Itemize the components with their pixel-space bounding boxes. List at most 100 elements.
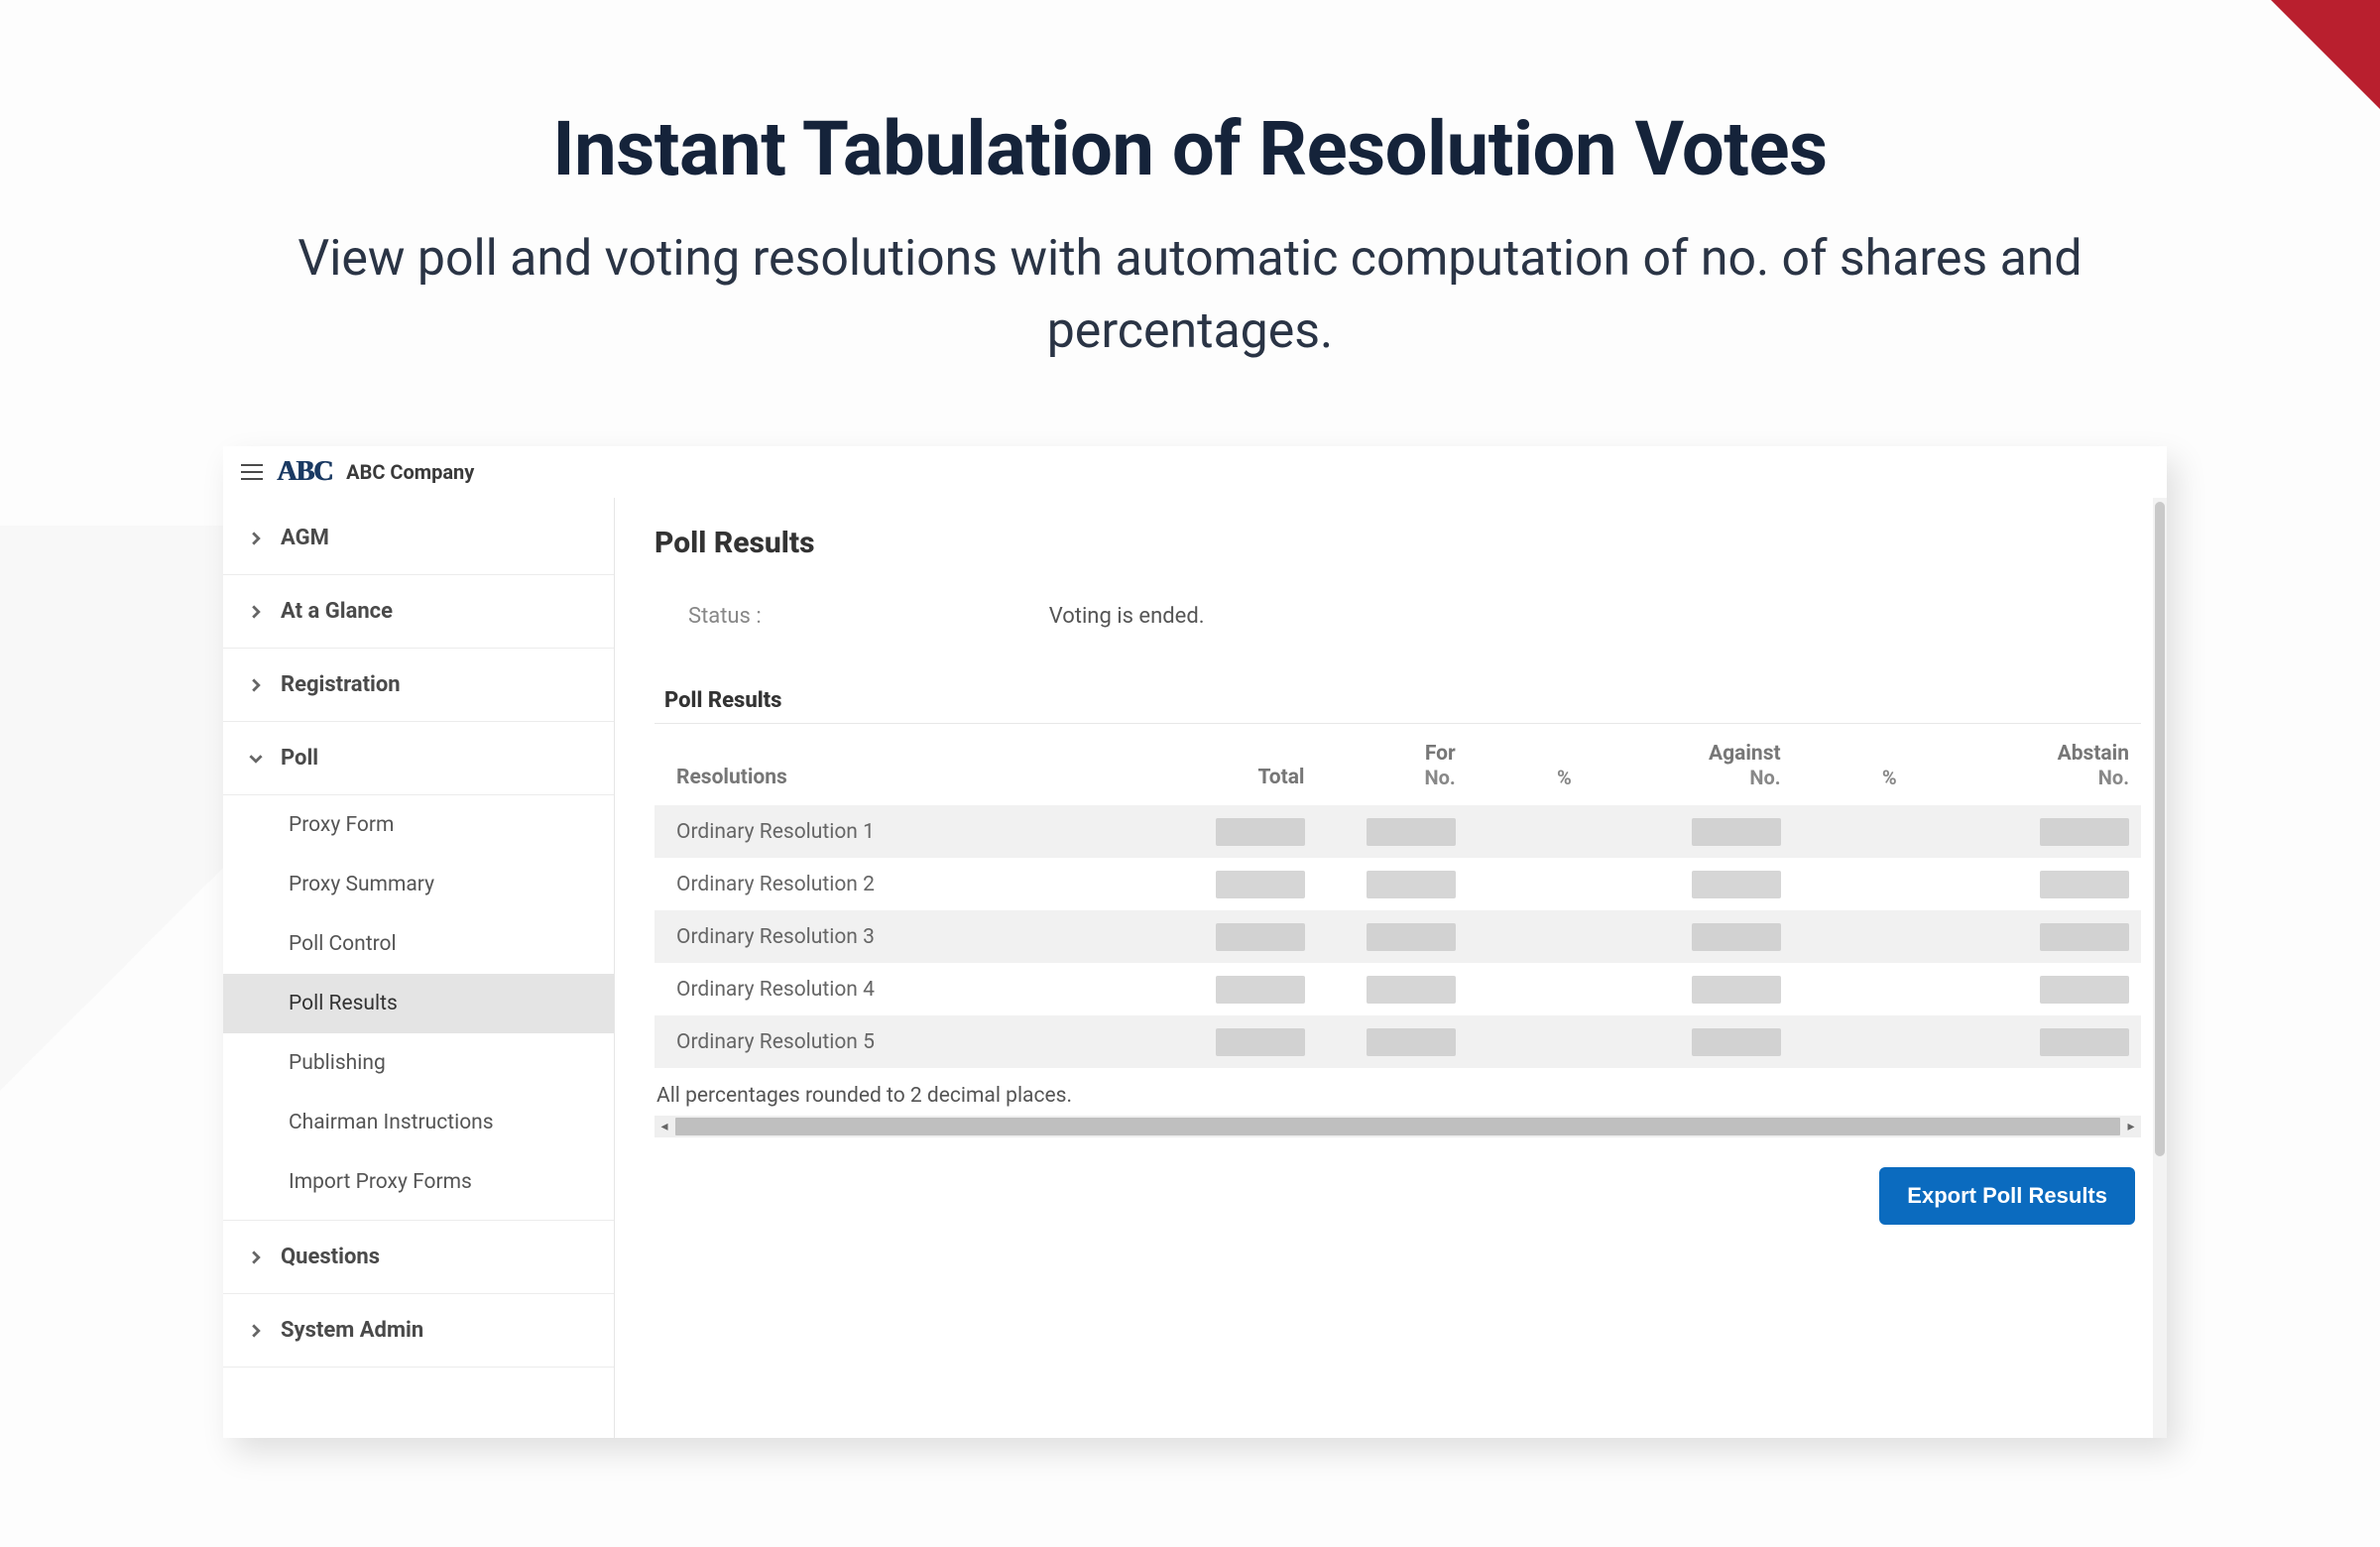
sidebar-item-system-admin[interactable]: System Admin — [223, 1294, 614, 1368]
cell-for-pct — [1468, 805, 1584, 858]
sidebar-item-label: Registration — [281, 672, 401, 697]
col-header-for-pct: % — [1468, 724, 1584, 805]
sidebar-item-label: System Admin — [281, 1318, 423, 1343]
cell-for-no — [1317, 805, 1468, 858]
cell-for-no — [1317, 910, 1468, 963]
cell-total — [1142, 1015, 1317, 1068]
chevron-right-icon — [249, 532, 263, 545]
chevron-right-icon — [249, 1324, 263, 1338]
corner-triangle-decoration — [2271, 0, 2380, 109]
redacted-value — [1367, 818, 1456, 846]
cell-total — [1142, 858, 1317, 910]
redacted-value — [1216, 923, 1305, 951]
col-header-resolutions: Resolutions — [654, 724, 1142, 805]
sidebar: AGM At a Glance Registration Poll Proxy Form… — [223, 498, 615, 1438]
chevron-right-icon — [249, 678, 263, 692]
resolution-name: Ordinary Resolution 3 — [654, 910, 1142, 963]
sidebar-item-label: AGM — [281, 526, 329, 550]
cell-for-pct — [1468, 858, 1584, 910]
sidebar-subitem-publishing[interactable]: Publishing — [223, 1033, 614, 1093]
status-label: Status : — [688, 604, 762, 629]
chevron-right-icon — [249, 1250, 263, 1264]
sidebar-item-at-a-glance[interactable]: At a Glance — [223, 575, 614, 649]
hero-title: Instant Tabulation of Resolution Votes — [0, 104, 2380, 193]
hero-subtitle: View poll and voting resolutions with au… — [149, 223, 2231, 367]
main-content: Poll Results Status : Voting is ended. P… — [615, 498, 2167, 1438]
sidebar-item-registration[interactable]: Registration — [223, 649, 614, 722]
sidebar-item-poll[interactable]: Poll — [223, 722, 614, 795]
background-angle-decoration — [0, 526, 238, 1418]
redacted-value — [1216, 976, 1305, 1004]
cell-for-pct — [1468, 963, 1584, 1015]
table-row: Ordinary Resolution 4 — [654, 963, 2141, 1015]
table-row: Ordinary Resolution 1 — [654, 805, 2141, 858]
sidebar-subitem-poll-control[interactable]: Poll Control — [223, 914, 614, 974]
sidebar-subitem-chairman-instructions[interactable]: Chairman Instructions — [223, 1093, 614, 1152]
sidebar-item-questions[interactable]: Questions — [223, 1221, 614, 1294]
cell-abstain-no — [1909, 858, 2141, 910]
redacted-value — [1692, 923, 1781, 951]
sidebar-item-label: Poll — [281, 746, 318, 771]
cell-against-pct — [1793, 1015, 1909, 1068]
sidebar-subitem-proxy-summary[interactable]: Proxy Summary — [223, 855, 614, 914]
cell-abstain-no — [1909, 1015, 2141, 1068]
cell-against-no — [1584, 963, 1793, 1015]
app-header: ABC ABC Company — [223, 446, 2167, 498]
resolution-name: Ordinary Resolution 2 — [654, 858, 1142, 910]
redacted-value — [2040, 818, 2129, 846]
cell-abstain-no — [1909, 805, 2141, 858]
cell-against-pct — [1793, 858, 1909, 910]
cell-against-no — [1584, 910, 1793, 963]
redacted-value — [2040, 923, 2129, 951]
page-title: Poll Results — [654, 526, 2141, 560]
horizontal-scrollbar[interactable]: ◂ ▸ — [654, 1116, 2141, 1137]
col-header-against: Against No. — [1584, 724, 1793, 805]
cell-for-no — [1317, 963, 1468, 1015]
table-row: Ordinary Resolution 2 — [654, 858, 2141, 910]
cell-for-pct — [1468, 1015, 1584, 1068]
scroll-right-icon[interactable]: ▸ — [2123, 1119, 2139, 1134]
table-footnote: All percentages rounded to 2 decimal pla… — [654, 1084, 2141, 1108]
export-poll-results-button[interactable]: Export Poll Results — [1879, 1167, 2135, 1225]
company-name: ABC Company — [346, 460, 474, 484]
cell-abstain-no — [1909, 910, 2141, 963]
cell-against-no — [1584, 858, 1793, 910]
redacted-value — [1692, 976, 1781, 1004]
section-title-poll-results: Poll Results — [654, 688, 2141, 713]
menu-icon[interactable] — [241, 464, 263, 480]
sidebar-subitem-proxy-form[interactable]: Proxy Form — [223, 795, 614, 855]
sidebar-subitem-poll-results[interactable]: Poll Results — [223, 974, 614, 1033]
redacted-value — [1216, 818, 1305, 846]
col-header-for: For No. — [1317, 724, 1468, 805]
sidebar-item-label: Questions — [281, 1245, 380, 1269]
resolution-name: Ordinary Resolution 1 — [654, 805, 1142, 858]
chevron-down-icon — [249, 752, 263, 766]
col-header-total: Total — [1142, 724, 1317, 805]
redacted-value — [1692, 871, 1781, 898]
redacted-value — [1692, 818, 1781, 846]
app-logo: ABC — [277, 456, 332, 488]
vertical-scrollbar[interactable] — [2153, 498, 2167, 1438]
table-row: Ordinary Resolution 5 — [654, 1015, 2141, 1068]
scroll-left-icon[interactable]: ◂ — [656, 1119, 672, 1134]
status-value: Voting is ended. — [1049, 604, 1205, 629]
scrollbar-track[interactable] — [675, 1118, 2120, 1135]
cell-against-pct — [1793, 910, 1909, 963]
redacted-value — [2040, 976, 2129, 1004]
redacted-value — [1367, 1028, 1456, 1056]
sidebar-subitem-import-proxy-forms[interactable]: Import Proxy Forms — [223, 1152, 614, 1212]
cell-total — [1142, 910, 1317, 963]
cell-for-no — [1317, 1015, 1468, 1068]
redacted-value — [1692, 1028, 1781, 1056]
chevron-right-icon — [249, 605, 263, 619]
cell-against-pct — [1793, 805, 1909, 858]
redacted-value — [1367, 871, 1456, 898]
redacted-value — [1216, 1028, 1305, 1056]
cell-against-no — [1584, 1015, 1793, 1068]
cell-for-pct — [1468, 910, 1584, 963]
resolution-name: Ordinary Resolution 4 — [654, 963, 1142, 1015]
table-row: Ordinary Resolution 3 — [654, 910, 2141, 963]
redacted-value — [2040, 871, 2129, 898]
sidebar-item-agm[interactable]: AGM — [223, 502, 614, 575]
cell-against-pct — [1793, 963, 1909, 1015]
